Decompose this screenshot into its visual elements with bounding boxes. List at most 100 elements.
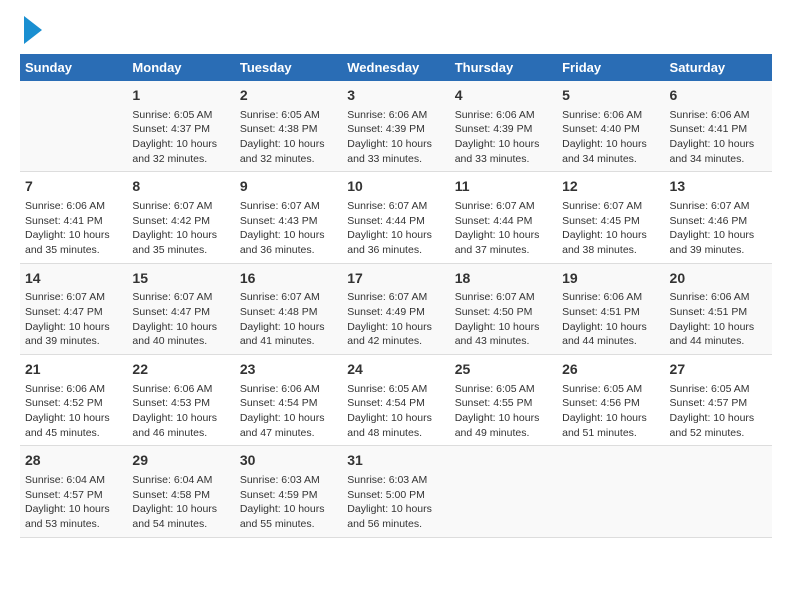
day-info: Sunset: 4:59 PM [240, 488, 337, 503]
logo [20, 20, 42, 44]
day-number: 4 [455, 86, 552, 106]
day-info: Sunset: 4:56 PM [562, 396, 659, 411]
day-info: Sunset: 4:47 PM [132, 305, 229, 320]
day-info: Daylight: 10 hours [562, 228, 659, 243]
calendar-week-row: 28Sunrise: 6:04 AMSunset: 4:57 PMDayligh… [20, 446, 772, 537]
day-number: 22 [132, 360, 229, 380]
day-info: Sunrise: 6:07 AM [455, 199, 552, 214]
day-info: and 46 minutes. [132, 426, 229, 441]
day-number: 20 [670, 269, 767, 289]
calendar-week-row: 7Sunrise: 6:06 AMSunset: 4:41 PMDaylight… [20, 172, 772, 263]
day-info: Sunrise: 6:06 AM [25, 199, 122, 214]
day-info: Sunset: 4:57 PM [25, 488, 122, 503]
day-info: and 36 minutes. [347, 243, 444, 258]
day-number: 3 [347, 86, 444, 106]
day-info: and 44 minutes. [670, 334, 767, 349]
day-number: 15 [132, 269, 229, 289]
calendar-cell: 21Sunrise: 6:06 AMSunset: 4:52 PMDayligh… [20, 355, 127, 446]
calendar-cell: 29Sunrise: 6:04 AMSunset: 4:58 PMDayligh… [127, 446, 234, 537]
day-info: Daylight: 10 hours [132, 411, 229, 426]
calendar-cell: 20Sunrise: 6:06 AMSunset: 4:51 PMDayligh… [665, 263, 772, 354]
day-info: and 45 minutes. [25, 426, 122, 441]
day-info: and 44 minutes. [562, 334, 659, 349]
calendar-table: SundayMondayTuesdayWednesdayThursdayFrid… [20, 54, 772, 538]
day-number: 14 [25, 269, 122, 289]
day-number: 26 [562, 360, 659, 380]
calendar-cell: 19Sunrise: 6:06 AMSunset: 4:51 PMDayligh… [557, 263, 664, 354]
day-info: Sunrise: 6:07 AM [132, 199, 229, 214]
day-info: Sunrise: 6:05 AM [670, 382, 767, 397]
page-header [20, 20, 772, 44]
day-info: and 39 minutes. [670, 243, 767, 258]
day-number: 7 [25, 177, 122, 197]
calendar-cell: 1Sunrise: 6:05 AMSunset: 4:37 PMDaylight… [127, 81, 234, 172]
day-info: Sunset: 4:51 PM [670, 305, 767, 320]
calendar-cell: 23Sunrise: 6:06 AMSunset: 4:54 PMDayligh… [235, 355, 342, 446]
calendar-cell: 9Sunrise: 6:07 AMSunset: 4:43 PMDaylight… [235, 172, 342, 263]
day-info: Sunrise: 6:03 AM [347, 473, 444, 488]
calendar-cell: 13Sunrise: 6:07 AMSunset: 4:46 PMDayligh… [665, 172, 772, 263]
header-wednesday: Wednesday [342, 54, 449, 81]
logo-arrow-icon [24, 16, 42, 44]
calendar-cell: 15Sunrise: 6:07 AMSunset: 4:47 PMDayligh… [127, 263, 234, 354]
calendar-cell: 25Sunrise: 6:05 AMSunset: 4:55 PMDayligh… [450, 355, 557, 446]
day-info: Daylight: 10 hours [240, 228, 337, 243]
day-info: Sunrise: 6:03 AM [240, 473, 337, 488]
day-info: Sunset: 4:42 PM [132, 214, 229, 229]
day-info: Sunrise: 6:05 AM [240, 108, 337, 123]
day-info: and 53 minutes. [25, 517, 122, 532]
day-info: Daylight: 10 hours [347, 137, 444, 152]
day-info: Sunset: 4:54 PM [240, 396, 337, 411]
day-info: and 43 minutes. [455, 334, 552, 349]
day-number: 16 [240, 269, 337, 289]
calendar-cell [665, 446, 772, 537]
day-info: Sunset: 4:49 PM [347, 305, 444, 320]
calendar-cell: 26Sunrise: 6:05 AMSunset: 4:56 PMDayligh… [557, 355, 664, 446]
day-info: Daylight: 10 hours [25, 411, 122, 426]
day-info: Daylight: 10 hours [25, 502, 122, 517]
day-info: Daylight: 10 hours [455, 137, 552, 152]
day-info: Daylight: 10 hours [455, 411, 552, 426]
day-info: Daylight: 10 hours [132, 502, 229, 517]
day-info: Sunset: 4:44 PM [347, 214, 444, 229]
day-info: and 42 minutes. [347, 334, 444, 349]
calendar-week-row: 14Sunrise: 6:07 AMSunset: 4:47 PMDayligh… [20, 263, 772, 354]
day-number: 28 [25, 451, 122, 471]
calendar-cell: 30Sunrise: 6:03 AMSunset: 4:59 PMDayligh… [235, 446, 342, 537]
calendar-cell: 17Sunrise: 6:07 AMSunset: 4:49 PMDayligh… [342, 263, 449, 354]
day-info: Sunrise: 6:06 AM [347, 108, 444, 123]
day-info: Daylight: 10 hours [670, 411, 767, 426]
day-info: Daylight: 10 hours [132, 137, 229, 152]
calendar-cell: 5Sunrise: 6:06 AMSunset: 4:40 PMDaylight… [557, 81, 664, 172]
day-info: Sunset: 4:53 PM [132, 396, 229, 411]
day-info: Sunrise: 6:07 AM [240, 199, 337, 214]
day-number: 13 [670, 177, 767, 197]
day-info: Daylight: 10 hours [240, 502, 337, 517]
calendar-cell: 2Sunrise: 6:05 AMSunset: 4:38 PMDaylight… [235, 81, 342, 172]
day-number: 10 [347, 177, 444, 197]
calendar-cell: 11Sunrise: 6:07 AMSunset: 4:44 PMDayligh… [450, 172, 557, 263]
day-number: 19 [562, 269, 659, 289]
day-info: Sunrise: 6:06 AM [562, 108, 659, 123]
day-info: and 33 minutes. [455, 152, 552, 167]
day-info: Daylight: 10 hours [347, 411, 444, 426]
calendar-cell: 14Sunrise: 6:07 AMSunset: 4:47 PMDayligh… [20, 263, 127, 354]
day-info: Sunset: 4:54 PM [347, 396, 444, 411]
day-info: and 34 minutes. [562, 152, 659, 167]
calendar-cell: 24Sunrise: 6:05 AMSunset: 4:54 PMDayligh… [342, 355, 449, 446]
day-number: 31 [347, 451, 444, 471]
header-friday: Friday [557, 54, 664, 81]
day-info: and 32 minutes. [240, 152, 337, 167]
day-number: 25 [455, 360, 552, 380]
day-info: Daylight: 10 hours [25, 320, 122, 335]
day-number: 23 [240, 360, 337, 380]
day-info: Sunset: 4:47 PM [25, 305, 122, 320]
day-info: Sunrise: 6:06 AM [25, 382, 122, 397]
day-info: and 33 minutes. [347, 152, 444, 167]
day-info: Daylight: 10 hours [347, 320, 444, 335]
day-info: and 39 minutes. [25, 334, 122, 349]
day-info: Sunrise: 6:07 AM [347, 199, 444, 214]
header-saturday: Saturday [665, 54, 772, 81]
day-info: and 38 minutes. [562, 243, 659, 258]
day-number: 5 [562, 86, 659, 106]
